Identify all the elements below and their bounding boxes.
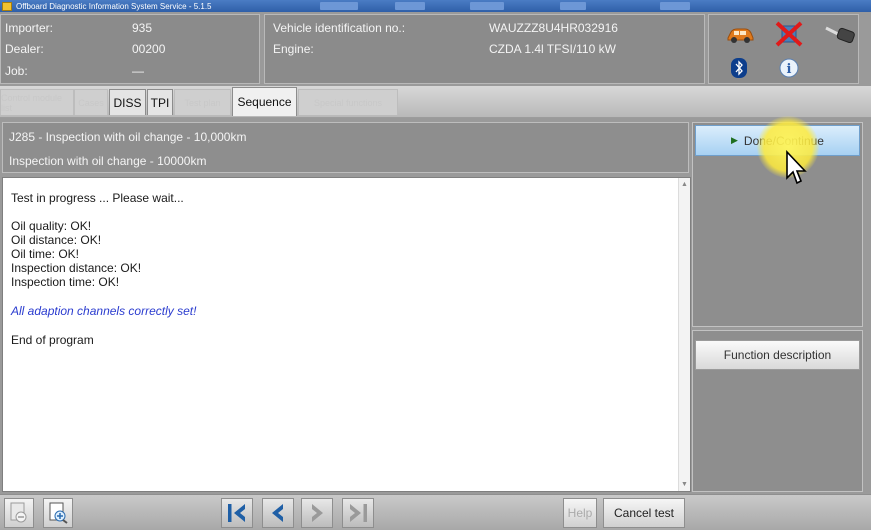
first-step-button[interactable] <box>221 498 253 528</box>
chevron-left-icon <box>272 504 283 522</box>
bluetooth-icon <box>729 57 749 79</box>
window-titlebar: Offboard Diagnostic Information System S… <box>0 0 871 12</box>
tab-label: Special functions <box>313 97 383 108</box>
car-icon[interactable] <box>723 23 757 47</box>
tab-label: Sequence <box>237 95 292 109</box>
description-panel: Function description <box>692 330 863 492</box>
tab-diss[interactable]: DISS <box>109 89 146 115</box>
vin-label: Vehicle identification no.: <box>273 21 406 35</box>
page-zoom-icon <box>49 502 68 524</box>
output-line: Test in progress ... Please wait... <box>11 191 184 205</box>
tab-test-plan[interactable]: Test plan <box>174 89 231 115</box>
tab-sequence[interactable]: Sequence <box>232 87 297 116</box>
output-line: End of program <box>11 333 94 347</box>
cancel-test-label: Cancel test <box>613 506 675 520</box>
next-step-button[interactable] <box>301 498 333 528</box>
titlebar-deco <box>320 2 358 10</box>
chevron-right-icon <box>312 504 323 522</box>
output-line: Oil time: OK! <box>11 247 80 261</box>
info-icon[interactable]: i <box>777 57 801 79</box>
output-line: Inspection time: OK! <box>11 275 120 289</box>
dealer-value: 00200 <box>132 42 166 56</box>
tab-control-module-list[interactable]: Control module list <box>0 89 74 115</box>
dongle-icon[interactable] <box>823 23 857 47</box>
importer-label: Importer: <box>5 21 54 35</box>
window-title: Offboard Diagnostic Information System S… <box>16 1 212 11</box>
tab-label: Test plan <box>184 97 221 108</box>
vertical-scrollbar[interactable]: ▲ ▼ <box>678 178 690 491</box>
skip-last-icon <box>350 504 367 522</box>
cancel-test-button[interactable]: Cancel test <box>603 498 685 528</box>
function-description-button[interactable]: Function description <box>695 340 860 370</box>
tab-label: TPI <box>150 95 170 110</box>
output-line-result: All adaption channels correctly set! <box>11 304 197 318</box>
tab-label: Control module list <box>1 92 63 113</box>
status-icon-panel: i <box>708 14 859 84</box>
engine-label: Engine: <box>273 42 314 56</box>
tab-label: DISS <box>113 95 142 110</box>
job-label: Job: <box>5 64 28 78</box>
function-description-label: Function description <box>723 348 832 362</box>
done-continue-label: Done/Continue <box>743 133 824 148</box>
output-text-area[interactable]: Test in progress ... Please wait... Oil … <box>2 177 691 492</box>
output-line: Oil distance: OK! <box>11 233 102 247</box>
disconnected-icon[interactable] <box>773 19 805 49</box>
tab-special-functions[interactable]: Special functions <box>298 89 398 115</box>
bottom-toolbar: Help Cancel test <box>0 494 871 530</box>
skip-first-icon <box>228 504 245 522</box>
vehicle-info-panel: Vehicle identification no.: WAUZZZ8U4HR0… <box>264 14 705 84</box>
help-button[interactable]: Help <box>563 498 597 528</box>
last-step-button[interactable] <box>342 498 374 528</box>
output-line: Oil quality: OK! <box>11 219 92 233</box>
help-label: Help <box>567 506 593 520</box>
output-line: Inspection distance: OK! <box>11 261 142 275</box>
titlebar-deco <box>560 2 586 10</box>
job-value: — <box>132 64 144 78</box>
titlebar-deco <box>395 2 425 10</box>
vin-value: WAUZZZ8U4HR032916 <box>489 21 618 35</box>
app-icon <box>2 1 12 11</box>
action-panel: ▶ Done/Continue <box>692 122 863 327</box>
procedure-title: J285 - Inspection with oil change - 10,0… <box>9 130 247 144</box>
dealer-label: Dealer: <box>5 42 44 56</box>
tab-bar: Control module list Cases DISS TPI Test … <box>0 86 871 118</box>
dealer-info-panel: Importer: 935 Dealer: 00200 Job: — <box>0 14 260 84</box>
svg-text:i: i <box>787 62 792 77</box>
play-icon: ▶ <box>731 135 738 145</box>
scroll-up-icon[interactable]: ▲ <box>681 181 688 188</box>
titlebar-deco <box>470 2 504 10</box>
tab-cases[interactable]: Cases <box>74 89 108 115</box>
procedure-header: J285 - Inspection with oil change - 10,0… <box>2 122 689 173</box>
procedure-subtitle: Inspection with oil change - 10000km <box>9 154 207 168</box>
tab-label: Cases <box>78 97 104 108</box>
titlebar-deco <box>660 2 690 10</box>
zoom-out-page-button[interactable] <box>4 498 34 528</box>
previous-step-button[interactable] <box>262 498 294 528</box>
zoom-in-page-button[interactable] <box>43 498 73 528</box>
scroll-down-icon[interactable]: ▼ <box>681 481 688 488</box>
page-minus-icon <box>10 502 27 523</box>
tab-tpi[interactable]: TPI <box>147 89 173 115</box>
done-continue-button[interactable]: ▶ Done/Continue <box>695 125 860 156</box>
importer-value: 935 <box>132 21 153 35</box>
engine-value: CZDA 1.4l TFSI/110 kW <box>489 42 616 56</box>
